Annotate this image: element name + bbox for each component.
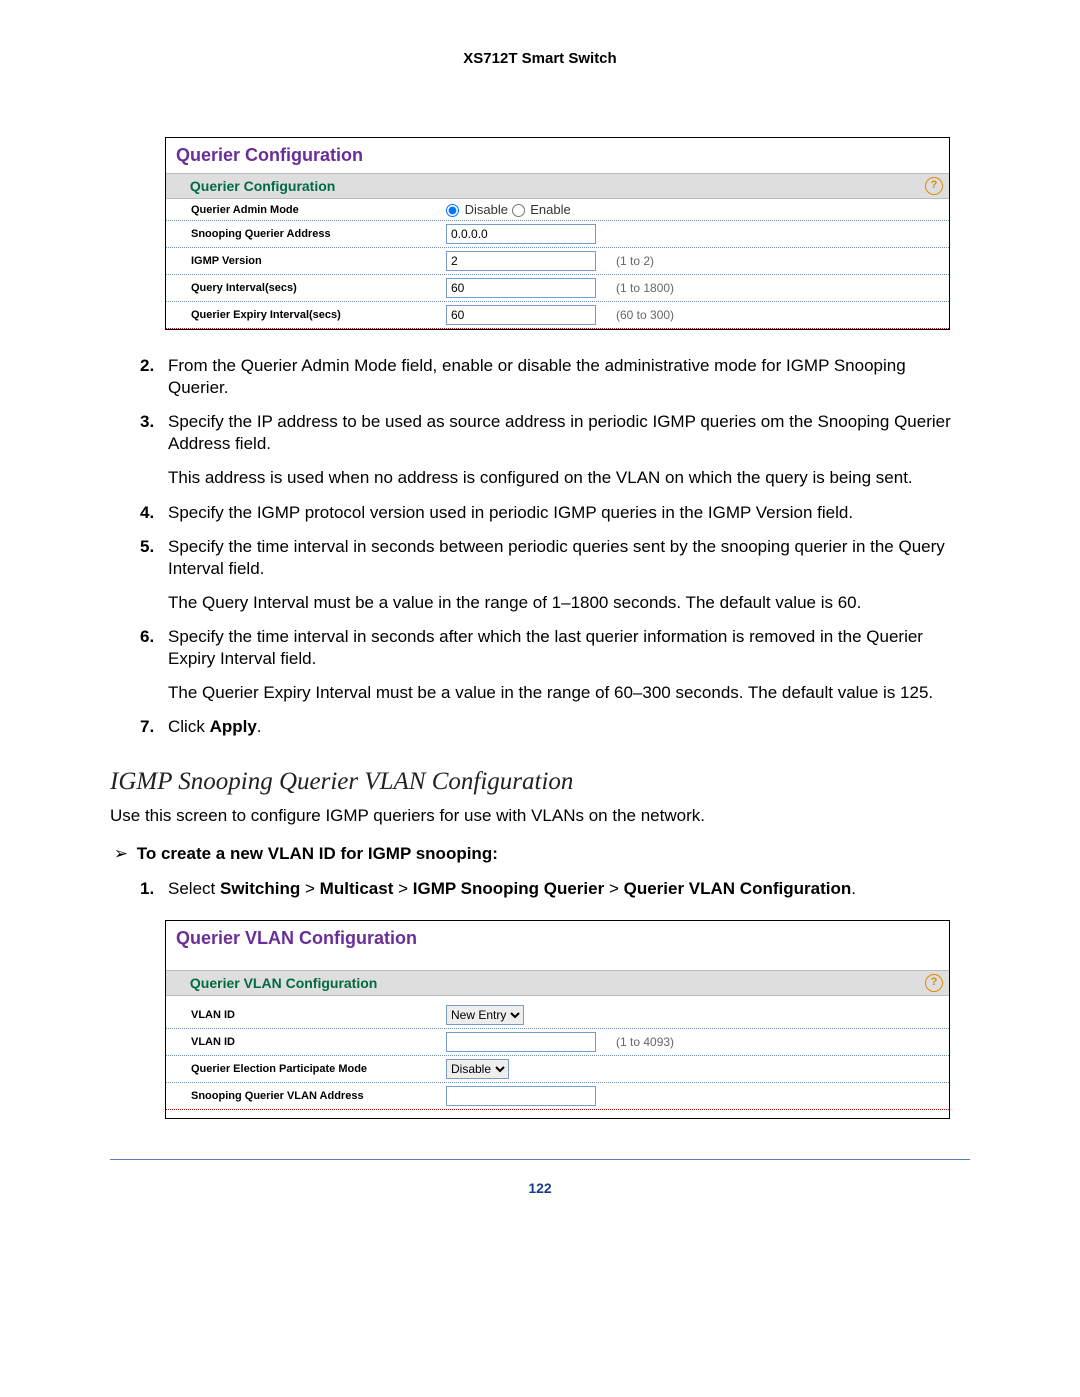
step-num: 5. (140, 536, 154, 558)
steps-list-1: 2. From the Querier Admin Mode field, en… (140, 355, 970, 738)
query-int-label: Query Interval(secs) (191, 282, 446, 294)
addr-label: Snooping Querier VLAN Address (191, 1090, 446, 1102)
page-number: 122 (110, 1180, 970, 1196)
help-icon[interactable]: ? (925, 177, 943, 195)
gt-icon: > (305, 879, 315, 898)
vlan1-label: VLAN ID (191, 1009, 446, 1021)
election-mode-select[interactable]: Disable (446, 1059, 509, 1079)
step-text: Specify the IGMP protocol version used i… (168, 503, 853, 522)
panel1-title: Querier Configuration (166, 138, 949, 173)
apply-word: Apply (210, 717, 257, 736)
step-text: Specify the IP address to be used as sou… (168, 412, 951, 453)
snoop-addr-label: Snooping Querier Address (191, 228, 446, 240)
igmp-ver-input[interactable] (446, 251, 596, 271)
step-note: This address is used when no address is … (168, 467, 970, 489)
step-5: 5. Specify the time interval in seconds … (140, 536, 970, 614)
step-1b: 1. Select Switching > Multicast > IGMP S… (140, 878, 970, 900)
expiry-hint: (60 to 300) (616, 308, 674, 322)
admin-mode-label: Querier Admin Mode (191, 204, 446, 216)
procedure-text: To create a new VLAN ID for IGMP snoopin… (137, 844, 498, 863)
radio-enable[interactable]: Enable (512, 202, 571, 217)
step-text: Select (168, 879, 220, 898)
step-num: 3. (140, 411, 154, 433)
grip-icon (174, 981, 182, 989)
query-int-input[interactable] (446, 278, 596, 298)
grip-icon (174, 183, 182, 191)
step-num: 4. (140, 502, 154, 524)
step-num: 6. (140, 626, 154, 648)
mode-label: Querier Election Participate Mode (191, 1063, 446, 1075)
nav-qvlan: Querier VLAN Configuration (624, 879, 852, 898)
row-vlan-id-input: VLAN ID (1 to 4093) (166, 1029, 949, 1056)
footer-divider (110, 1159, 970, 1160)
vlan2-label: VLAN ID (191, 1036, 446, 1048)
vlan-id-input[interactable] (446, 1032, 596, 1052)
nav-switching: Switching (220, 879, 300, 898)
step-num: 2. (140, 355, 154, 377)
nav-multicast: Multicast (320, 879, 394, 898)
step-text: From the Querier Admin Mode field, enabl… (168, 356, 906, 397)
step-2: 2. From the Querier Admin Mode field, en… (140, 355, 970, 399)
querier-vlan-panel: Querier VLAN Configuration Querier VLAN … (165, 920, 950, 1119)
steps-list-2: 1. Select Switching > Multicast > IGMP S… (140, 878, 970, 900)
step-text-a: Click (168, 717, 210, 736)
panel2-subtitle: Querier VLAN Configuration (190, 975, 377, 991)
gt-icon: > (398, 879, 408, 898)
disable-text: Disable (465, 202, 508, 217)
row-expiry-interval: Querier Expiry Interval(secs) (60 to 300… (166, 302, 949, 329)
row-vlan-id-select: VLAN ID New Entry (166, 1002, 949, 1029)
vlan2-hint: (1 to 4093) (616, 1035, 674, 1049)
row-snoop-vlan-addr: Snooping Querier VLAN Address (166, 1083, 949, 1110)
doc-header: XS712T Smart Switch (110, 50, 970, 67)
vlan-id-select[interactable]: New Entry (446, 1005, 524, 1025)
step-note: The Querier Expiry Interval must be a va… (168, 682, 970, 704)
nav-igmp: IGMP Snooping Querier (413, 879, 604, 898)
step-num: 1. (140, 878, 154, 900)
step-text: Specify the time interval in seconds bet… (168, 537, 945, 578)
step-7: 7. Click Apply. (140, 716, 970, 738)
step-text: Specify the time interval in seconds aft… (168, 627, 923, 668)
query-int-hint: (1 to 1800) (616, 281, 674, 295)
row-snoop-addr: Snooping Querier Address (166, 221, 949, 248)
step-note: The Query Interval must be a value in th… (168, 592, 970, 614)
section-intro: Use this screen to configure IGMP querie… (110, 806, 970, 826)
enable-text: Enable (530, 202, 570, 217)
row-election-mode: Querier Election Participate Mode Disabl… (166, 1056, 949, 1083)
expiry-input[interactable] (446, 305, 596, 325)
help-icon[interactable]: ? (925, 974, 943, 992)
procedure-heading: ➢ To create a new VLAN ID for IGMP snoop… (110, 844, 970, 864)
row-query-interval: Query Interval(secs) (1 to 1800) (166, 275, 949, 302)
gt-icon: > (609, 879, 619, 898)
querier-config-panel: Querier Configuration Querier Configurat… (165, 137, 950, 330)
snoop-vlan-addr-input[interactable] (446, 1086, 596, 1106)
row-igmp-version: IGMP Version (1 to 2) (166, 248, 949, 275)
expiry-label: Querier Expiry Interval(secs) (191, 309, 446, 321)
step-num: 7. (140, 716, 154, 738)
step-3: 3. Specify the IP address to be used as … (140, 411, 970, 489)
step-6: 6. Specify the time interval in seconds … (140, 626, 970, 704)
panel1-subhead: Querier Configuration ? (166, 173, 949, 199)
step-4: 4. Specify the IGMP protocol version use… (140, 502, 970, 524)
igmp-ver-label: IGMP Version (191, 255, 446, 267)
row-admin-mode: Querier Admin Mode Disable Enable (166, 199, 949, 221)
panel2-subhead: Querier VLAN Configuration ? (166, 970, 949, 996)
radio-disable[interactable]: Disable (446, 202, 508, 217)
igmp-ver-hint: (1 to 2) (616, 254, 654, 268)
arrow-icon: ➢ (110, 844, 132, 864)
panel1-subtitle: Querier Configuration (190, 178, 335, 194)
snoop-addr-input[interactable] (446, 224, 596, 244)
section-heading: IGMP Snooping Querier VLAN Configuration (110, 768, 970, 796)
panel2-title: Querier VLAN Configuration (166, 921, 949, 956)
step-text-c: . (257, 717, 262, 736)
